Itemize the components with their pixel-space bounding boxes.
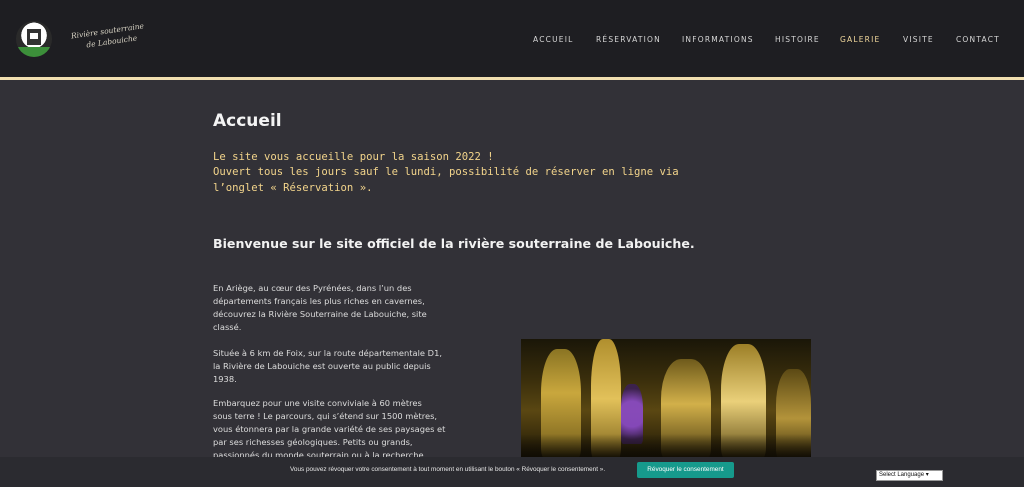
- notice-line: l’onglet « Réservation ».: [213, 182, 373, 194]
- nav-informations[interactable]: INFORMATIONS: [682, 35, 754, 44]
- header-accent-line: [0, 77, 1024, 80]
- logo-grass: [16, 47, 52, 57]
- cave-photo: [521, 339, 811, 459]
- paragraph-line: la Rivière de Labouiche est ouverte au p…: [213, 361, 431, 371]
- paragraph-line: En Ariège, au cœur des Pyrénées, dans l’…: [213, 283, 412, 293]
- consent-text: Vous pouvez révoquer votre consentement …: [290, 466, 606, 473]
- notice-line: Ouvert tous les jours sauf le lundi, pos…: [213, 166, 679, 178]
- welcome-heading: Bienvenue sur le site officiel de la riv…: [213, 236, 695, 251]
- paragraph-line: par ses richesses géologiques. Petits ou…: [213, 437, 413, 447]
- nav-histoire[interactable]: HISTOIRE: [775, 35, 820, 44]
- nav-visite[interactable]: VISITE: [903, 35, 934, 44]
- page-title: Accueil: [213, 111, 282, 131]
- paragraph-line: sous terre ! Le parcours, qui s’étend su…: [213, 411, 438, 421]
- nav-reservation[interactable]: RÉSERVATION: [596, 35, 661, 44]
- nav-accueil[interactable]: ACCUEIL: [533, 35, 574, 44]
- photo-shadow: [521, 434, 811, 459]
- revoke-consent-button[interactable]: Révoquer le consentement: [637, 462, 734, 478]
- paragraph-line: classé.: [213, 322, 242, 332]
- logo-icon[interactable]: [16, 21, 52, 57]
- paragraph-line: découvrez la Rivière Souterraine de Labo…: [213, 309, 427, 319]
- notice-line: Le site vous accueille pour la saison 20…: [213, 151, 494, 163]
- paragraph-line: Embarquez pour une visite conviviale à 6…: [213, 398, 422, 408]
- nav-galerie[interactable]: GALERIE: [840, 35, 880, 44]
- paragraph-line: vous étonnera par la grande variété de s…: [213, 424, 446, 434]
- language-select-value: Select Language: [879, 472, 925, 478]
- language-select[interactable]: Select Language ▾: [876, 470, 943, 481]
- paragraph-line: départements français les plus riches en…: [213, 296, 425, 306]
- nav-contact[interactable]: CONTACT: [956, 35, 1000, 44]
- castle-icon: [27, 29, 41, 45]
- chevron-down-icon: ▾: [924, 472, 929, 478]
- paragraph-line: Située à 6 km de Foix, sur la route dépa…: [213, 348, 442, 358]
- paragraph-line: 1938.: [213, 374, 237, 384]
